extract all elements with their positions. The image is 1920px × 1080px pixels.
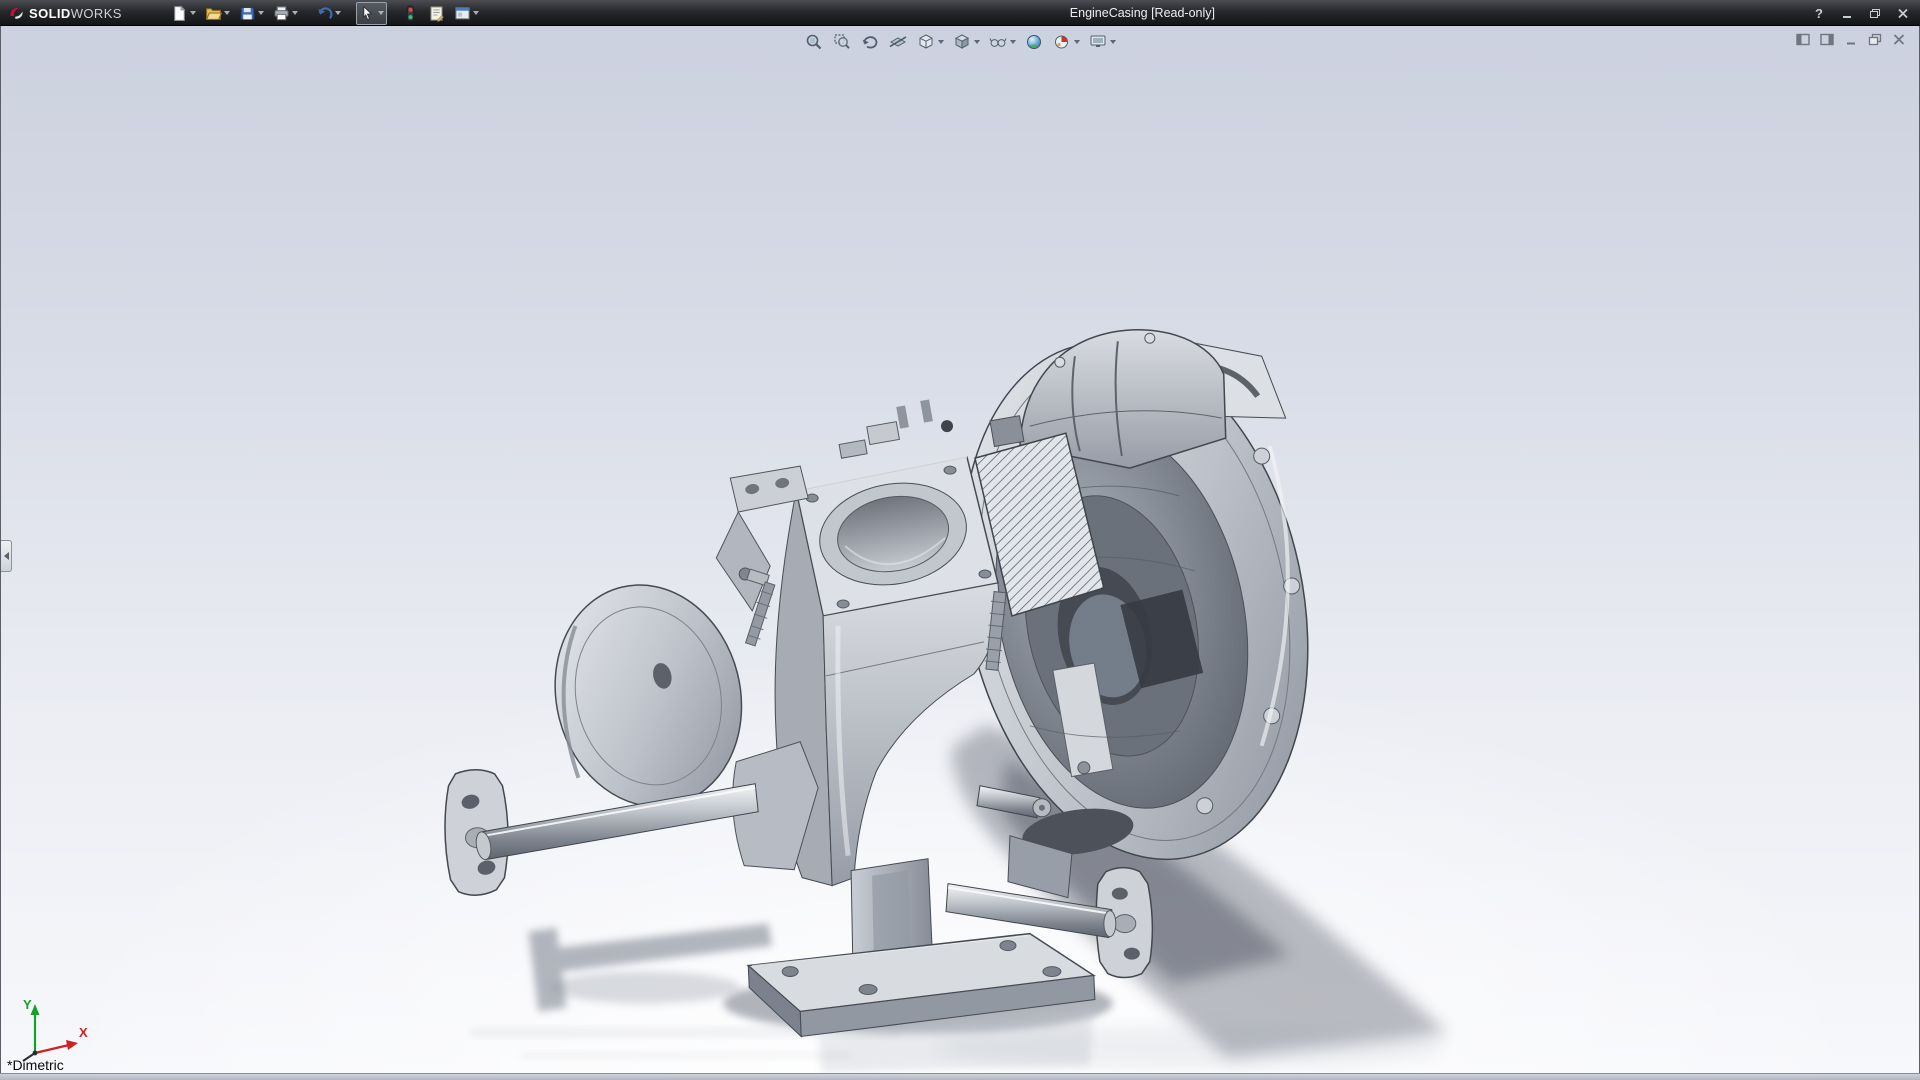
left-shaft-assembly[interactable] — [445, 770, 758, 895]
display-style-icon — [952, 32, 972, 52]
task-pane-icon — [1820, 33, 1834, 46]
new-document-icon — [171, 5, 188, 22]
minimize-icon — [1841, 8, 1853, 19]
brand-text: SOLIDWORKS — [29, 6, 122, 21]
zoom-to-fit-button[interactable] — [803, 31, 825, 53]
chevron-down-icon[interactable] — [190, 11, 196, 15]
zoom-to-area-button[interactable] — [831, 31, 853, 53]
close-button[interactable] — [1894, 5, 1912, 21]
print-icon — [273, 5, 290, 22]
brand-light: WORKS — [71, 6, 122, 21]
graphics-area[interactable]: Y X *Dimetric — [0, 26, 1920, 1073]
carburetor-studs[interactable] — [839, 399, 953, 458]
file-properties-button[interactable] — [425, 2, 448, 25]
task-pane-button[interactable] — [1819, 32, 1835, 46]
heads-up-view-toolbar — [803, 31, 1117, 53]
save-icon — [239, 5, 256, 22]
chevron-down-icon[interactable] — [1110, 40, 1116, 44]
previous-view-button[interactable] — [859, 31, 881, 53]
featuremanager-flyout-tab[interactable] — [1, 540, 12, 572]
close-icon — [1897, 8, 1909, 19]
document-title: EngineCasing [Read-only] — [1070, 0, 1215, 26]
apply-scene-button[interactable] — [1051, 31, 1081, 53]
orientation-triad: Y X — [13, 995, 93, 1065]
featuremanager-pane-button[interactable] — [1795, 32, 1811, 46]
close-icon — [1892, 33, 1906, 46]
restore-icon — [1869, 8, 1881, 19]
chevron-down-icon[interactable] — [1074, 40, 1080, 44]
options-button[interactable] — [451, 2, 482, 25]
save-button[interactable] — [236, 2, 267, 25]
hide-show-items-button[interactable] — [987, 31, 1017, 53]
status-strip — [0, 1073, 1920, 1080]
view-settings-icon — [1088, 32, 1108, 52]
zoom-to-fit-icon — [804, 32, 824, 52]
view-settings-button[interactable] — [1087, 31, 1117, 53]
chevron-down-icon[interactable] — [378, 11, 384, 15]
open-button[interactable] — [202, 2, 233, 25]
chevron-down-icon[interactable] — [1010, 40, 1016, 44]
undo-button[interactable] — [313, 2, 344, 25]
select-cursor-icon — [359, 5, 376, 22]
triad-x-label: X — [79, 1025, 88, 1040]
rebuild-traffic-light-icon — [402, 5, 419, 22]
options-icon — [454, 5, 471, 22]
chevron-down-icon[interactable] — [974, 40, 980, 44]
help-button[interactable]: ? — [1810, 5, 1828, 21]
chevron-left-icon — [4, 552, 9, 560]
rebuild-button[interactable] — [399, 2, 422, 25]
engine-casing-model[interactable] — [1, 26, 1919, 1073]
apply-scene-icon — [1052, 32, 1072, 52]
file-properties-icon — [428, 5, 445, 22]
select-tool-button[interactable] — [356, 2, 387, 25]
solidworks-window: SOLIDWORKS — [0, 0, 1920, 1080]
brand-bold: SOLID — [29, 6, 71, 21]
ds-logo-icon — [8, 5, 25, 22]
edit-appearance-icon — [1024, 32, 1044, 52]
featuremanager-pane-icon — [1796, 33, 1810, 46]
view-orientation-button[interactable] — [915, 31, 945, 53]
standard-toolbar — [168, 0, 482, 26]
undo-icon — [316, 5, 333, 22]
minimize-button[interactable] — [1838, 5, 1856, 21]
chevron-down-icon[interactable] — [292, 11, 298, 15]
minimize-document-button[interactable] — [1843, 32, 1859, 46]
zoom-to-area-icon — [832, 32, 852, 52]
titlebar: SOLIDWORKS — [0, 0, 1920, 26]
view-orientation-label: *Dimetric — [7, 1057, 64, 1073]
previous-view-icon — [860, 32, 880, 52]
chevron-down-icon[interactable] — [224, 11, 230, 15]
chevron-down-icon[interactable] — [473, 11, 479, 15]
triad-y-label: Y — [23, 997, 32, 1012]
hide-show-items-icon — [988, 32, 1008, 52]
window-controls: ? — [1810, 0, 1912, 26]
section-view-button[interactable] — [887, 31, 909, 53]
chevron-down-icon[interactable] — [335, 11, 341, 15]
display-style-button[interactable] — [951, 31, 981, 53]
chevron-down-icon[interactable] — [938, 40, 944, 44]
close-document-button[interactable] — [1891, 32, 1907, 46]
chevron-down-icon[interactable] — [258, 11, 264, 15]
open-icon — [205, 5, 222, 22]
print-button[interactable] — [270, 2, 301, 25]
restore-icon — [1868, 33, 1882, 46]
edit-appearance-button[interactable] — [1023, 31, 1045, 53]
restore-document-button[interactable] — [1867, 32, 1883, 46]
view-orientation-icon — [916, 32, 936, 52]
solidworks-brand: SOLIDWORKS — [8, 0, 122, 26]
section-view-icon — [888, 32, 908, 52]
side-disc[interactable] — [532, 565, 764, 827]
new-button[interactable] — [168, 2, 199, 25]
minimize-icon — [1844, 33, 1858, 46]
document-window-controls — [1795, 32, 1907, 46]
restore-button[interactable] — [1866, 5, 1884, 21]
